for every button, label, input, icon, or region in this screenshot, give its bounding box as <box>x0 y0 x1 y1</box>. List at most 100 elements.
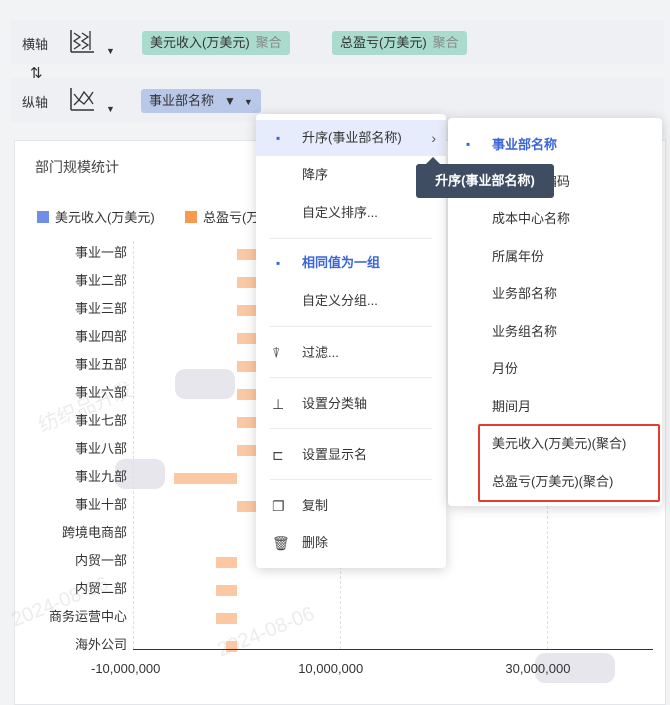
legend-swatch <box>37 211 49 223</box>
bar[interactable] <box>215 613 237 624</box>
menu-item-label: 相同值为一组 <box>302 255 381 270</box>
menu-item-copy[interactable]: ❐ 复制 <box>256 488 446 524</box>
bar-chart-horizontal-icon[interactable] <box>68 28 96 54</box>
menu-item-label: 自定义排序... <box>302 205 378 220</box>
highlight-box <box>478 424 660 502</box>
bar[interactable] <box>174 473 237 484</box>
category-label: 事业三部 <box>74 301 127 316</box>
menu-divider <box>270 377 432 378</box>
category-label: 跨境电商部 <box>61 525 127 540</box>
menu-item-label: 复制 <box>302 498 329 513</box>
submenu-item-label: 月份 <box>492 361 519 376</box>
category-label: 内贸二部 <box>74 581 127 596</box>
category-label: 事业六部 <box>74 385 127 400</box>
submenu-item-dept-name[interactable]: ▪ 事业部名称 <box>448 126 662 163</box>
category-label: 事业四部 <box>74 329 127 344</box>
submenu-item-label: 事业部名称 <box>492 137 558 152</box>
delete-icon: 🗑 <box>272 535 290 551</box>
chevron-down-icon[interactable]: ▼ <box>244 97 253 107</box>
menu-item-label: 设置分类轴 <box>302 396 368 411</box>
selected-marker-icon: ▪ <box>466 137 471 151</box>
submenu-item-business-group[interactable]: 业务组名称 <box>448 313 662 350</box>
field-name: 美元收入(万美元) <box>150 35 250 50</box>
x-axis-label: 横轴 <box>22 37 49 52</box>
menu-item-sort-asc[interactable]: ▪ 升序(事业部名称) › <box>256 120 446 156</box>
x-axis-line <box>133 649 653 650</box>
bar[interactable] <box>215 557 237 568</box>
chevron-down-icon[interactable]: ▼ <box>106 46 115 56</box>
category-label: 商务运营中心 <box>48 609 127 624</box>
chevron-down-icon[interactable]: ▼ <box>106 104 115 114</box>
x-tick-label: 10,000,000 <box>298 661 364 676</box>
category-label: 事业九部 <box>74 469 127 484</box>
filter-icon: ⍒ <box>272 345 281 361</box>
menu-item-label: 删除 <box>302 535 329 550</box>
x-tick-label: 30,000,000 <box>505 661 571 676</box>
menu-item-custom-group[interactable]: 自定义分组... <box>256 283 446 319</box>
category-label: 事业二部 <box>74 273 127 288</box>
line-chart-icon[interactable] <box>68 86 96 112</box>
category-label: 事业一部 <box>74 245 127 260</box>
submenu-item-year[interactable]: 所属年份 <box>448 238 662 275</box>
legend-label: 美元收入(万美元) <box>55 210 155 225</box>
legend-swatch <box>185 211 197 223</box>
category-label: 事业五部 <box>74 357 127 372</box>
field-name: 事业部名称 <box>149 93 215 108</box>
field-agg: 聚合 <box>432 35 459 50</box>
bar[interactable] <box>215 585 237 596</box>
menu-item-label: 升序(事业部名称) <box>302 130 402 145</box>
menu-divider <box>270 428 432 429</box>
category-label: 内贸一部 <box>74 553 127 568</box>
chevron-right-icon: › <box>431 130 436 146</box>
category-label: 事业七部 <box>74 413 127 428</box>
menu-item-custom-sort[interactable]: 自定义排序... <box>256 195 446 231</box>
submenu-item-label: 期间月 <box>492 399 532 414</box>
field-agg: 聚合 <box>255 35 282 50</box>
menu-item-group-same[interactable]: ▪ 相同值为一组 <box>256 245 446 281</box>
menu-item-set-display-name[interactable]: ⊏ 设置显示名 <box>256 437 446 473</box>
app-stage: 横轴 ▼ 美元收入(万美元) 聚合 总盈亏(万美元) 聚合 ⇅ 纵轴 ▼ 事业部名称… <box>0 0 670 705</box>
submenu-item-label: 所属年份 <box>492 249 545 264</box>
menu-item-filter[interactable]: ⍒ 过滤... <box>256 335 446 371</box>
menu-item-label: 设置显示名 <box>302 447 368 462</box>
legend-item-revenue[interactable]: 美元收入(万美元) <box>37 207 155 226</box>
category-label: 事业八部 <box>74 441 127 456</box>
x-field-pill-revenue[interactable]: 美元收入(万美元) 聚合 <box>142 31 290 55</box>
y-axis-label: 纵轴 <box>22 95 49 110</box>
filter-icon[interactable]: ▼ <box>224 94 236 108</box>
menu-item-label: 自定义分组... <box>302 293 378 308</box>
submenu-item-label: 业务组名称 <box>492 324 558 339</box>
submenu-item-business-dept[interactable]: 业务部名称 <box>448 275 662 312</box>
menu-item-set-category-axis[interactable]: ⊥ 设置分类轴 <box>256 386 446 422</box>
submenu-item-label: 成本中心名称 <box>492 211 571 226</box>
menu-item-label: 降序 <box>302 167 329 182</box>
obscured-region <box>175 369 235 399</box>
gridline <box>133 241 134 649</box>
tooltip-arrow <box>426 157 440 164</box>
menu-item-label: 过滤... <box>302 345 339 360</box>
selected-marker-icon: ▪ <box>276 131 281 145</box>
y-field-pill-dept[interactable]: 事业部名称 ▼ ▼ <box>141 89 261 113</box>
chart-title: 部门规模统计 <box>35 159 119 175</box>
submenu-item-cost-center[interactable]: 成本中心名称 <box>448 200 662 237</box>
x-field-pill-profit[interactable]: 总盈亏(万美元) 聚合 <box>332 31 467 55</box>
bar[interactable] <box>226 641 237 652</box>
x-axis-row: 横轴 ▼ 美元收入(万美元) 聚合 总盈亏(万美元) 聚合 <box>10 20 664 64</box>
menu-item-delete[interactable]: 🗑 删除 <box>256 525 446 561</box>
category-label: 海外公司 <box>74 637 127 652</box>
menu-divider <box>270 326 432 327</box>
submenu-item-month[interactable]: 月份 <box>448 350 662 387</box>
submenu-item-period-month[interactable]: 期间月 <box>448 388 662 425</box>
display-name-icon: ⊏ <box>272 447 284 463</box>
category-axis-icon: ⊥ <box>272 396 285 412</box>
selected-marker-icon: ▪ <box>276 256 281 270</box>
copy-icon: ❐ <box>272 498 285 514</box>
category-label: 事业十部 <box>74 497 127 512</box>
field-name: 总盈亏(万美元) <box>340 35 427 50</box>
x-tick-label: -10,000,000 <box>91 661 161 676</box>
tooltip: 升序(事业部名称) <box>416 164 554 198</box>
menu-divider <box>270 238 432 239</box>
watermark: 2024-08-06 <box>214 602 318 662</box>
menu-divider <box>270 479 432 480</box>
submenu-item-label: 业务部名称 <box>492 286 558 301</box>
